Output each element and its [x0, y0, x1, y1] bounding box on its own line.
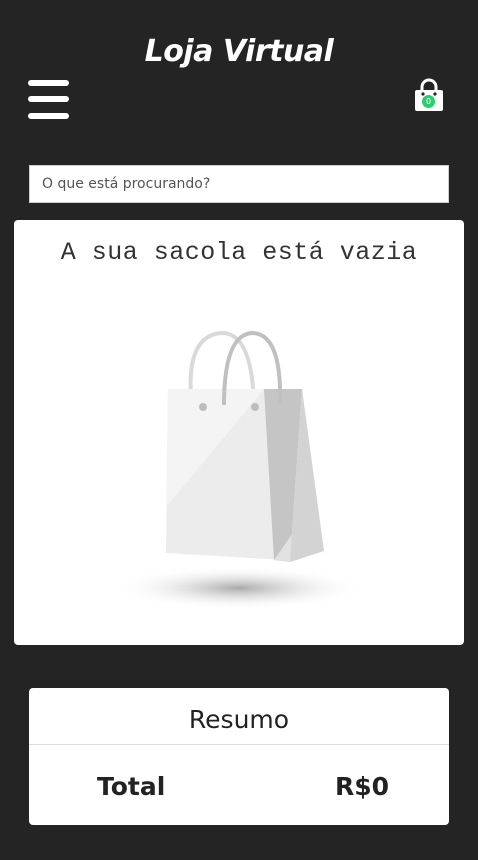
app-title: Loja Virtual	[144, 34, 334, 69]
bag-card: A sua sacola está vazia	[14, 220, 464, 645]
summary-title: Resumo	[29, 688, 449, 745]
cart-count-badge: 0	[422, 95, 435, 108]
empty-shopping-bag-illustration	[114, 330, 364, 610]
total-label: Total	[97, 772, 166, 801]
summary-card: Resumo Total R$0	[29, 688, 449, 825]
hamburger-menu-icon-bar-top	[28, 80, 69, 86]
cart-button[interactable]: 0	[413, 78, 445, 112]
hamburger-menu-icon-bar-middle	[28, 96, 69, 102]
search-input[interactable]	[29, 165, 449, 203]
total-row: Total R$0	[29, 772, 449, 806]
total-value: R$0	[334, 772, 389, 801]
hamburger-menu-icon-bar-bottom	[28, 113, 69, 119]
empty-bag-message: A sua sacola está vazia	[60, 238, 418, 267]
menu-button[interactable]	[28, 80, 70, 120]
